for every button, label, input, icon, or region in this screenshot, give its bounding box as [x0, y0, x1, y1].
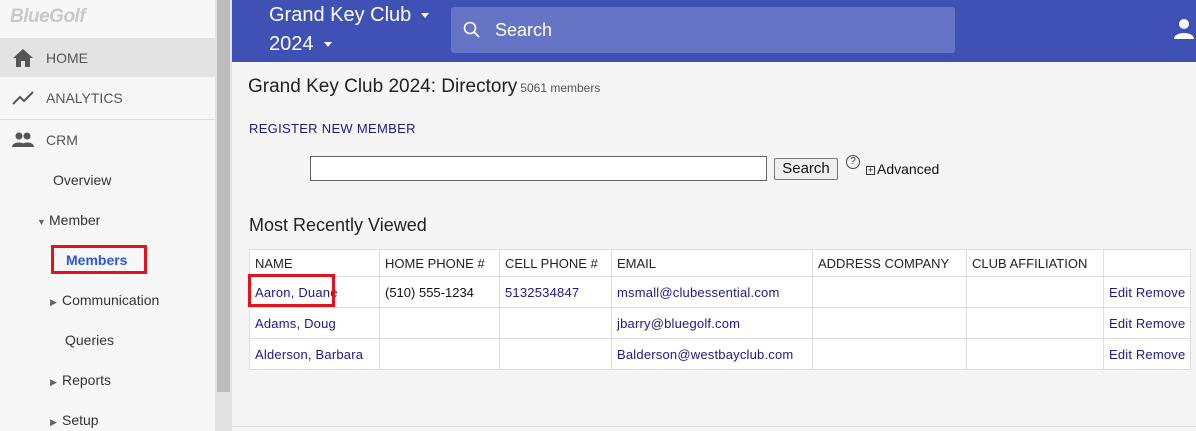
col-address-company: ADDRESS COMPANY [812, 249, 967, 277]
recent-members-table: NAME HOME PHONE # CELL PHONE # EMAIL ADD… [249, 249, 1192, 370]
address-company [812, 307, 967, 339]
caret-right-icon: ▶ [50, 297, 57, 307]
crm-members[interactable]: Members [66, 252, 127, 268]
home-icon [0, 48, 46, 68]
club-affiliation [966, 307, 1104, 339]
address-company [812, 276, 967, 308]
table-row: Alderson, Barbara Balderson@westbayclub.… [249, 338, 1192, 370]
address-company [812, 338, 967, 370]
top-bar: Grand Key Club 2024 Search [232, 0, 1196, 62]
global-search-label: Search [495, 20, 553, 40]
cell-phone-link[interactable]: 5132534847 [505, 285, 579, 300]
nav-home-label: HOME [46, 49, 88, 66]
nav-crm[interactable]: CRM [0, 120, 215, 159]
remove-link[interactable]: Remove [1136, 316, 1186, 331]
remove-link[interactable]: Remove [1136, 347, 1186, 362]
table-row: Adams, Doug jbarry@bluegolf.com Edit Rem… [249, 307, 1192, 339]
sidebar: BlueGolf HOME ANALYTICS CRM Overview ▼ Me… [0, 0, 215, 431]
nav-analytics-label: ANALYTICS [46, 89, 123, 106]
crm-queries[interactable]: Queries [65, 332, 114, 348]
caret-right-icon: ▶ [50, 417, 57, 427]
crm-setup-label: Setup [62, 412, 99, 428]
year-selector[interactable]: 2024 [269, 33, 332, 56]
email-link[interactable]: msmall@clubessential.com [617, 285, 780, 300]
table-row: Aaron, Duane (510) 555-1234 5132534847 m… [249, 276, 1192, 308]
expand-plus-icon: + [866, 165, 875, 175]
crm-member-label: Member [49, 212, 101, 228]
advanced-search-toggle[interactable]: + Advanced [866, 161, 939, 177]
home-phone [379, 338, 500, 370]
crm-setup[interactable]: ▶ Setup [50, 412, 99, 428]
col-home-phone: HOME PHONE # [379, 249, 500, 277]
edit-link[interactable]: Edit [1109, 347, 1132, 362]
col-cell-phone: CELL PHONE # [499, 249, 612, 277]
sidebar-scrollbar-thumb[interactable] [217, 0, 230, 392]
table-header-row: NAME HOME PHONE # CELL PHONE # EMAIL ADD… [249, 249, 1192, 277]
page-title-text: Grand Key Club 2024: Directory [248, 76, 518, 97]
email-link[interactable]: Balderson@westbayclub.com [617, 347, 793, 362]
col-club-affiliation: CLUB AFFILIATION [966, 249, 1104, 277]
home-phone [379, 307, 500, 339]
club-name: Grand Key Club [269, 4, 412, 26]
club-year: 2024 [269, 33, 314, 55]
email-link[interactable]: jbarry@bluegolf.com [617, 316, 740, 331]
edit-link[interactable]: Edit [1109, 316, 1132, 331]
page-title: Grand Key Club 2024: Directory 5061 membe… [248, 76, 600, 98]
col-actions [1102, 249, 1192, 277]
nav-home[interactable]: HOME [0, 38, 215, 77]
content-bottom-divider [232, 426, 1196, 427]
col-name: NAME [249, 249, 380, 277]
caret-right-icon: ▶ [50, 377, 57, 387]
directory-search-button[interactable]: Search [774, 158, 838, 180]
bluegolf-logo: BlueGolf [10, 6, 86, 27]
row-highlight [248, 274, 335, 307]
member-count: 5061 members [520, 81, 601, 95]
club-affiliation [966, 276, 1104, 308]
crm-overview[interactable]: Overview [53, 172, 111, 188]
member-name-link[interactable]: Adams, Doug [255, 316, 336, 331]
advanced-label: Advanced [877, 161, 940, 177]
col-email: EMAIL [611, 249, 813, 277]
help-icon[interactable]: ? [846, 155, 860, 169]
dropdown-arrow-icon [421, 13, 430, 19]
search-icon [463, 21, 481, 44]
main-content: Grand Key Club 2024: Directory 5061 membe… [232, 62, 1196, 431]
crm-member-group[interactable]: ▼ Member [37, 212, 100, 228]
remove-link[interactable]: Remove [1136, 285, 1186, 300]
directory-search-input[interactable] [310, 156, 767, 181]
analytics-icon [0, 90, 46, 106]
club-affiliation [966, 338, 1104, 370]
account-icon[interactable] [1172, 18, 1196, 45]
dropdown-arrow-icon [323, 42, 332, 48]
nav-analytics[interactable]: ANALYTICS [0, 78, 215, 117]
crm-communication[interactable]: ▶ Communication [50, 292, 159, 308]
crm-reports[interactable]: ▶ Reports [50, 372, 111, 388]
crm-reports-label: Reports [62, 372, 112, 388]
register-new-member-link[interactable]: REGISTER NEW MEMBER [249, 121, 416, 136]
recent-heading: Most Recently Viewed [249, 215, 427, 235]
edit-link[interactable]: Edit [1109, 285, 1132, 300]
crm-communication-label: Communication [62, 292, 160, 308]
home-phone: (510) 555-1234 [379, 276, 500, 308]
member-name-link[interactable]: Alderson, Barbara [255, 347, 363, 362]
global-search[interactable]: Search [451, 7, 955, 53]
club-selector[interactable]: Grand Key Club [269, 4, 430, 27]
nav-crm-label: CRM [46, 131, 78, 148]
caret-down-icon: ▼ [37, 217, 46, 227]
people-icon [0, 132, 46, 148]
